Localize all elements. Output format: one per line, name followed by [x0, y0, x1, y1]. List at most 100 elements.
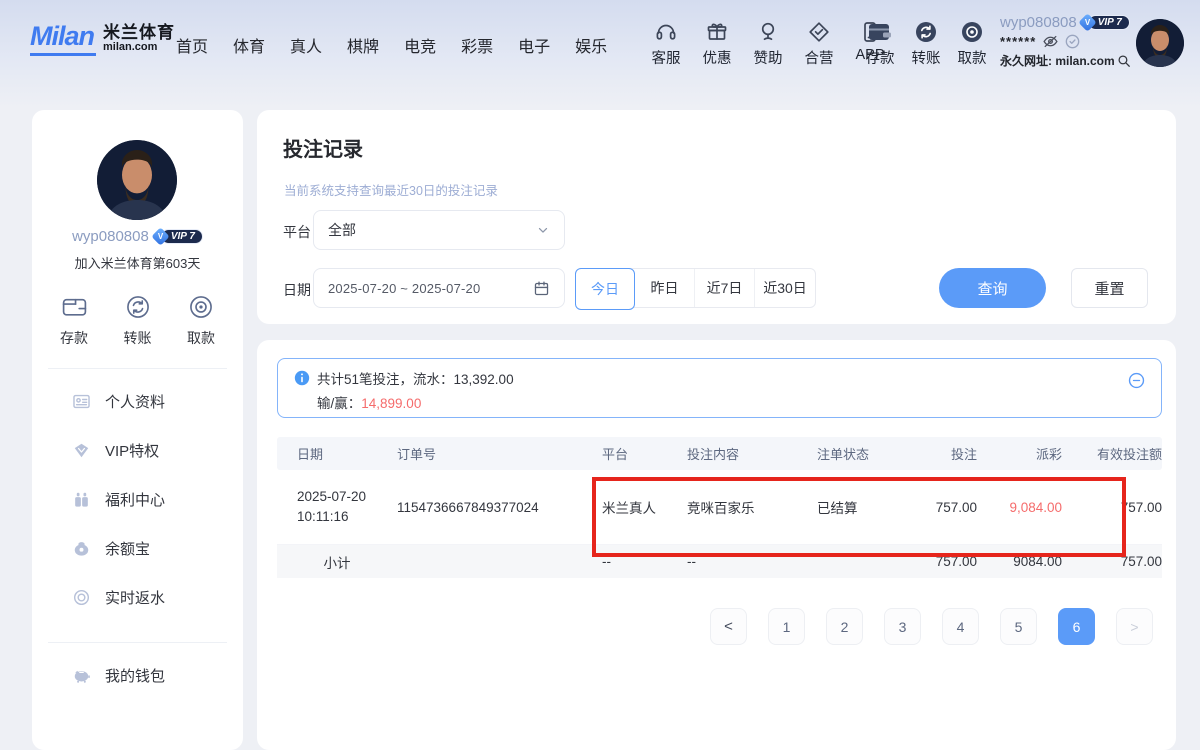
eye-off-icon[interactable] — [1042, 34, 1059, 49]
reset-button[interactable]: 重置 — [1071, 268, 1148, 308]
nav-item-lottery[interactable]: 彩票 — [461, 33, 493, 57]
page-button-3[interactable]: 3 — [884, 608, 921, 645]
platform-selected-value: 全部 — [328, 220, 356, 240]
sidebar-deposit-button[interactable]: 存款 — [60, 294, 88, 348]
sidebar-item-yuebao[interactable]: 余额宝 — [32, 524, 243, 573]
nav-item-home[interactable]: 首页 — [176, 33, 208, 57]
cell-time: 10:11:16 — [297, 507, 397, 527]
withdraw-link[interactable]: 取款 — [954, 20, 990, 68]
gift-icon — [705, 20, 729, 44]
date-range-value: 2025-07-20 ~ 2025-07-20 — [328, 281, 480, 296]
nav-item-live[interactable]: 真人 — [290, 33, 322, 57]
page-button-1[interactable]: 1 — [768, 608, 805, 645]
page-button-5[interactable]: 5 — [1000, 608, 1037, 645]
vip-badge: V VIP 7 — [1081, 15, 1130, 30]
subtotal-row: 小计 -- -- 757.00 9084.00 757.00 — [277, 545, 1162, 578]
filters-card: 投注记录 当前系统支持查询最近30日的投注记录 平台： 全部 日期： 2025-… — [257, 110, 1176, 324]
transfer-link[interactable]: 转账 — [908, 20, 944, 68]
join-days-text: 加入米兰体育第603天 — [32, 253, 243, 272]
top-header: Milan 米兰体育 milan.com 首页 体育 真人 棋牌 电竞 彩票 电… — [0, 0, 1200, 92]
col-header-payout: 派彩 — [977, 444, 1062, 463]
check-circle-icon[interactable] — [1065, 34, 1080, 49]
cell-order-number: 1154736667849377024 — [397, 500, 602, 515]
sidebar-item-welfare[interactable]: 福利中心 — [32, 475, 243, 524]
sidebar-withdraw-button[interactable]: 取款 — [187, 294, 215, 348]
prev-page-button[interactable]: < — [710, 608, 747, 645]
nav-item-sports[interactable]: 体育 — [233, 33, 265, 57]
subtotal-label: 小计 — [277, 552, 397, 572]
header-wallet-links: 存款 转账 取款 — [862, 20, 990, 68]
logo-script-text: Milan — [30, 22, 96, 56]
subtotal-valid: 757.00 — [1062, 554, 1162, 569]
transfer-icon — [914, 20, 938, 44]
next-page-button[interactable]: > — [1116, 608, 1153, 645]
col-header-platform: 平台 — [602, 444, 687, 463]
avatar[interactable] — [1136, 19, 1184, 67]
sidebar-divider — [48, 642, 227, 643]
page-button-6-active[interactable]: 6 — [1058, 608, 1095, 645]
subtotal-platform: -- — [602, 554, 687, 569]
page-button-4[interactable]: 4 — [942, 608, 979, 645]
bet-records-table: 日期 订单号 平台 投注内容 注单状态 投注 派彩 有效投注额 2025-07-… — [277, 437, 1162, 578]
nav-item-slots[interactable]: 电子 — [518, 33, 550, 57]
col-header-content: 投注内容 — [687, 444, 817, 463]
header-user-info: wyp080808 V VIP 7 ****** 永久网址: milan.com — [1000, 14, 1128, 69]
summary-winloss-label: 输/赢： — [317, 396, 361, 411]
logo-domain-text: milan.com — [103, 42, 175, 54]
promo-link[interactable]: 优惠 — [699, 20, 735, 68]
headset-icon — [654, 20, 678, 44]
sponsor-link[interactable]: 赞助 — [750, 20, 786, 68]
cell-payout: 9,084.00 — [977, 500, 1062, 515]
sidebar-item-rebate[interactable]: 实时返水 — [32, 573, 243, 622]
pagination: < 1 2 3 4 5 6 > — [710, 608, 1153, 645]
page-title: 投注记录 — [283, 133, 363, 162]
sidebar: wyp080808 V VIP 7 加入米兰体育第603天 存款 转账 取款 个… — [32, 110, 243, 750]
sidebar-item-profile[interactable]: 个人资料 — [32, 377, 243, 426]
sidebar-avatar[interactable] — [97, 140, 177, 220]
masked-balance-text: ****** — [1000, 34, 1036, 49]
nav-item-entertainment[interactable]: 娱乐 — [575, 33, 607, 57]
page-button-2[interactable]: 2 — [826, 608, 863, 645]
partner-link[interactable]: 合营 — [801, 20, 837, 68]
range-30days-button[interactable]: 近30日 — [755, 269, 815, 307]
rebate-icon — [72, 588, 91, 607]
magnifier-icon[interactable] — [1117, 54, 1131, 68]
deposit-link[interactable]: 存款 — [862, 20, 898, 68]
sidebar-item-my-wallet[interactable]: 我的钱包 — [32, 651, 243, 700]
search-button[interactable]: 查询 — [939, 268, 1046, 308]
permanent-url-text: 永久网址: milan.com — [1000, 52, 1115, 69]
results-card: 共计51笔投注，流水：13,392.00 输/赢：14,899.00 日期 订单… — [257, 340, 1176, 750]
col-header-order: 订单号 — [397, 444, 602, 463]
date-range-input[interactable]: 2025-07-20 ~ 2025-07-20 — [313, 268, 565, 308]
vip-gem-icon — [72, 441, 91, 460]
site-logo[interactable]: Milan 米兰体育 milan.com — [30, 22, 175, 56]
sidebar-item-vip[interactable]: VIP特权 — [32, 426, 243, 475]
table-row[interactable]: 2025-07-20 10:11:16 1154736667849377024 … — [277, 470, 1162, 545]
calendar-icon — [533, 280, 550, 297]
sidebar-divider — [48, 368, 227, 369]
username-text: wyp080808 — [1000, 14, 1077, 31]
wallet-pig-icon — [72, 666, 91, 685]
collapse-icon[interactable] — [1128, 372, 1145, 389]
nav-item-esports[interactable]: 电竞 — [404, 33, 436, 57]
service-link[interactable]: 客服 — [648, 20, 684, 68]
header-quick-links: 客服 优惠 赞助 合营 APP — [648, 20, 888, 68]
withdraw-icon — [960, 20, 984, 44]
platform-select[interactable]: 全部 — [313, 210, 565, 250]
col-header-date: 日期 — [277, 444, 397, 463]
col-header-valid: 有效投注额 — [1062, 444, 1162, 463]
subtotal-payout: 9084.00 — [977, 554, 1062, 569]
range-7days-button[interactable]: 近7日 — [695, 269, 755, 307]
subtotal-bet: 757.00 — [902, 554, 977, 569]
sidebar-vip-badge: V VIP 7 — [154, 229, 203, 244]
piggy-pot-icon — [72, 539, 91, 558]
cell-valid: 757.00 — [1062, 500, 1162, 515]
nav-item-cards[interactable]: 棋牌 — [347, 33, 379, 57]
handshake-icon — [807, 20, 831, 44]
range-today-button[interactable]: 今日 — [575, 268, 635, 310]
main-nav: 首页 体育 真人 棋牌 电竞 彩票 电子 娱乐 — [176, 33, 607, 57]
sidebar-transfer-button[interactable]: 转账 — [124, 294, 152, 348]
range-yesterday-button[interactable]: 昨日 — [635, 269, 695, 307]
cell-date: 2025-07-20 — [297, 487, 397, 507]
subtotal-content: -- — [687, 554, 817, 569]
